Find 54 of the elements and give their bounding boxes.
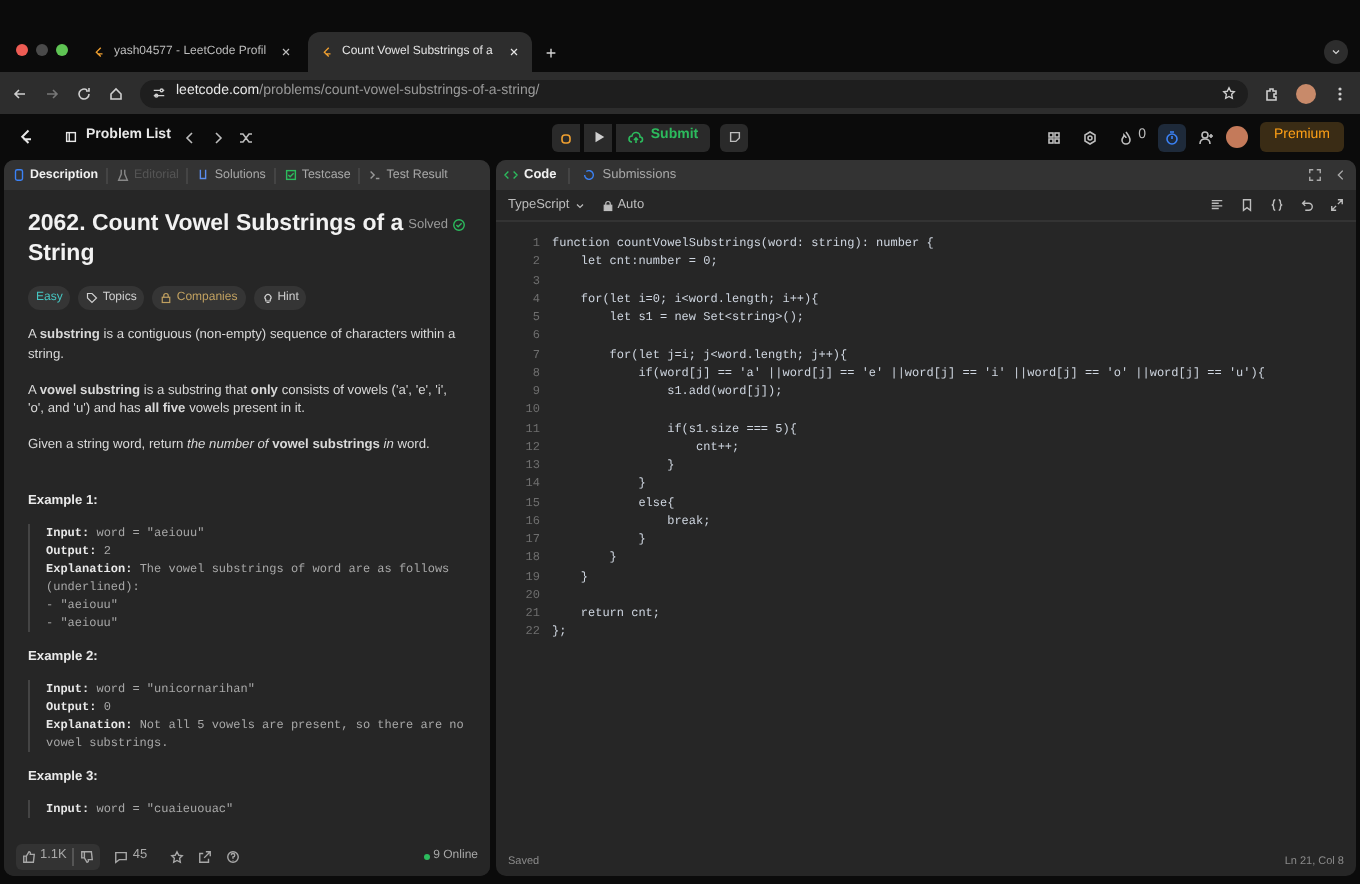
- add-friend-icon[interactable]: [1197, 129, 1214, 145]
- expand-icon[interactable]: [1330, 198, 1344, 212]
- shuffle-icon[interactable]: [238, 129, 255, 145]
- close-icon[interactable]: [280, 46, 292, 58]
- notes-button[interactable]: [720, 123, 749, 151]
- code-brackets-icon: [504, 168, 518, 182]
- star-icon[interactable]: [169, 849, 184, 863]
- back-arrow-icon[interactable]: [12, 85, 28, 101]
- user-avatar[interactable]: [1225, 126, 1248, 148]
- checkbox-icon: [283, 167, 298, 182]
- comment-icon: [114, 849, 129, 863]
- history-icon: [582, 168, 597, 182]
- share-icon[interactable]: [197, 849, 212, 863]
- forward-arrow-icon[interactable]: [44, 85, 60, 101]
- thumbs-up-icon: [22, 849, 36, 863]
- format-icon[interactable]: [1210, 198, 1224, 212]
- bookmark-icon[interactable]: [1240, 198, 1254, 212]
- chevron-right-icon[interactable]: [210, 129, 227, 145]
- site-settings-icon: [152, 86, 166, 100]
- flask-icon: [116, 167, 131, 182]
- terminal-icon: [368, 167, 383, 182]
- fullscreen-icon[interactable]: [1308, 168, 1322, 182]
- chevron-left-icon[interactable]: [1334, 168, 1348, 182]
- note-icon: [727, 130, 742, 144]
- chevron-down-icon: [1330, 46, 1342, 58]
- tab-list-button[interactable]: [1324, 40, 1348, 64]
- chevron-down-icon: [573, 199, 586, 211]
- reload-icon[interactable]: [76, 85, 92, 101]
- timer-button[interactable]: [1157, 123, 1186, 151]
- extensions-icon[interactable]: [1264, 85, 1280, 101]
- settings-icon[interactable]: [1082, 129, 1099, 145]
- layout-grid-icon[interactable]: [1046, 129, 1063, 145]
- chevron-left-icon[interactable]: [182, 129, 199, 145]
- lock-icon: [160, 292, 173, 304]
- debug-button[interactable]: [552, 123, 581, 151]
- undo-icon[interactable]: [1300, 198, 1314, 212]
- cloud-upload-icon: [628, 129, 645, 145]
- problem-title: 2062. Count Vowel Substrings of a String: [28, 210, 406, 270]
- play-icon: [591, 130, 606, 144]
- check-circle-icon: [452, 218, 466, 233]
- lock-icon: [601, 199, 614, 211]
- lightbulb-icon: [261, 292, 274, 304]
- tag-icon: [86, 292, 99, 304]
- braces-icon[interactable]: [1270, 198, 1284, 212]
- home-icon[interactable]: [108, 85, 124, 101]
- new-tab-icon[interactable]: [544, 45, 558, 59]
- flame-icon: [1118, 129, 1135, 145]
- run-button[interactable]: [584, 123, 613, 151]
- stopwatch-icon: [1163, 129, 1180, 145]
- thumbs-down-icon[interactable]: [80, 849, 95, 863]
- bookmark-star-icon[interactable]: [1222, 86, 1236, 100]
- document-icon: [12, 167, 26, 182]
- help-icon[interactable]: [225, 849, 240, 863]
- profile-avatar[interactable]: [1296, 83, 1316, 103]
